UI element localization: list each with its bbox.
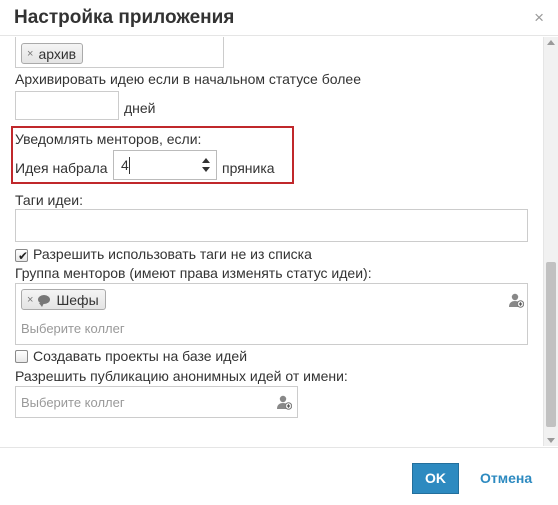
cancel-link[interactable]: Отмена — [480, 470, 532, 486]
allow-free-tags-checkbox[interactable]: ✔ — [15, 249, 28, 262]
text-cursor — [129, 157, 130, 174]
increment-icon[interactable] — [202, 158, 210, 163]
anonymous-publish-picker[interactable]: Выберите коллег — [15, 386, 298, 418]
likes-threshold-value: 4 — [121, 157, 129, 173]
archive-status-tag: × архив — [21, 43, 84, 64]
anonymous-publish-placeholder: Выберите коллег — [21, 395, 125, 410]
scroll-up-icon[interactable] — [547, 40, 555, 45]
archive-days-label: Архивировать идею если в начальном стату… — [15, 71, 361, 87]
ok-button[interactable]: OK — [412, 463, 459, 494]
mentors-group-label: Группа менторов (имеют права изменять ст… — [15, 265, 372, 281]
dialog-title: Настройка приложения — [14, 7, 235, 28]
mentors-group-placeholder: Выберите коллег — [21, 321, 125, 336]
tag-label: Шефы — [56, 291, 99, 308]
add-user-icon[interactable] — [508, 292, 524, 308]
dialog-header: Настройка приложения × — [0, 0, 558, 36]
scroll-down-icon[interactable] — [547, 438, 555, 443]
tag-remove-icon[interactable]: × — [27, 294, 33, 306]
add-user-icon[interactable] — [276, 394, 292, 410]
dialog-footer: OK Отмена — [0, 447, 558, 505]
idea-tags-input[interactable] — [15, 209, 528, 242]
create-projects-checkbox[interactable] — [15, 350, 28, 363]
decrement-icon[interactable] — [202, 167, 210, 172]
notify-mentors-prefix: Идея набрала — [15, 160, 108, 176]
stepper-buttons — [197, 152, 215, 178]
likes-threshold-stepper[interactable]: 4 — [113, 150, 217, 180]
close-icon[interactable]: × — [534, 9, 544, 26]
tag-label: архив — [38, 45, 77, 62]
settings-dialog: Настройка приложения × × архив Архивиров… — [0, 0, 558, 505]
speech-bubble-icon — [38, 295, 51, 307]
dialog-scrollbar[interactable] — [543, 37, 558, 446]
notify-mentors-heading: Уведомлять менторов, если: — [15, 131, 202, 147]
archive-days-input[interactable] — [15, 91, 119, 120]
anonymous-publish-label: Разрешить публикацию анонимных идей от и… — [15, 368, 348, 384]
idea-tags-label: Таги идеи: — [15, 192, 84, 208]
mentors-group-tag: × Шефы — [21, 289, 106, 310]
archive-status-tagbox[interactable]: × архив — [15, 37, 224, 68]
tag-remove-icon[interactable]: × — [27, 48, 33, 60]
notify-mentors-suffix: пряника — [222, 160, 275, 176]
archive-days-unit: дней — [124, 100, 156, 116]
allow-free-tags-label: Разрешить использовать таги не из списка — [33, 246, 312, 262]
dialog-body: × архив Архивировать идею если в начальн… — [0, 37, 558, 446]
mentors-group-tagbox[interactable]: × Шефы Выберите коллег — [15, 283, 528, 345]
scroll-thumb[interactable] — [546, 262, 556, 427]
check-icon: ✔ — [18, 249, 29, 263]
create-projects-label: Создавать проекты на базе идей — [33, 348, 248, 364]
